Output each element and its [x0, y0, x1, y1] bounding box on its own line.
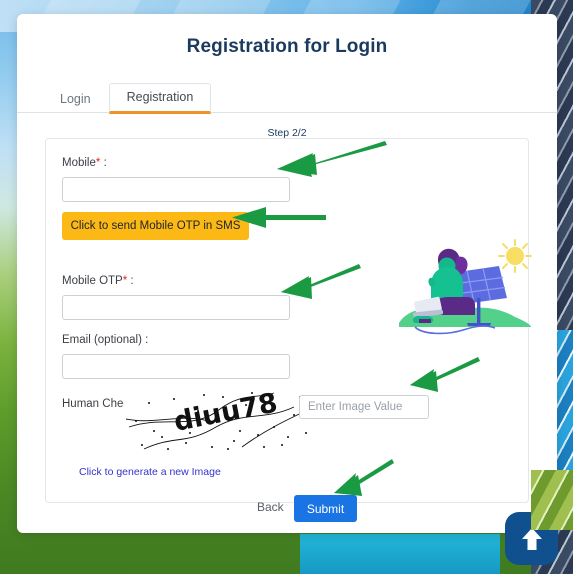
mobile-label-text: Mobile: [62, 157, 96, 169]
tab-registration[interactable]: Registration: [108, 83, 212, 114]
tab-bar: Login Registration: [17, 82, 557, 114]
mobile-input[interactable]: [62, 177, 290, 202]
mobile-otp-label-text: Mobile OTP: [62, 275, 123, 287]
mobile-label-suffix: :: [100, 157, 107, 169]
registration-form-panel: Mobile* : Click to send Mobile OTP in SM…: [45, 138, 532, 522]
send-mobile-otp-button[interactable]: Click to send Mobile OTP in SMS: [62, 212, 249, 240]
solar-illustration: [399, 239, 532, 335]
mobile-otp-label-suffix: :: [127, 275, 134, 287]
back-button[interactable]: Back: [251, 499, 290, 515]
submit-button[interactable]: Submit: [294, 495, 357, 522]
annotation-arrow-submit-button: [334, 459, 394, 496]
background-water-strip: [300, 534, 500, 574]
annotation-arrow-mobile-input: [277, 141, 387, 177]
regenerate-captcha-link[interactable]: Click to generate a new Image: [79, 466, 221, 478]
mobile-otp-label: Mobile OTP* :: [62, 275, 134, 287]
email-input[interactable]: [62, 354, 290, 379]
tab-login[interactable]: Login: [42, 85, 109, 114]
annotation-arrow-captcha-input: [410, 357, 480, 392]
page-title: Registration for Login: [186, 36, 388, 57]
sun-icon: [498, 239, 532, 273]
mobile-otp-input[interactable]: [62, 295, 290, 320]
email-label: Email (optional) :: [62, 334, 149, 346]
mobile-label: Mobile* :: [62, 157, 107, 169]
annotation-arrow-mobile-otp-input: [281, 264, 361, 299]
captcha-input[interactable]: [299, 395, 429, 419]
annotation-arrow-otp-button: [232, 207, 326, 228]
captcha-image: diuu78: [124, 391, 324, 453]
